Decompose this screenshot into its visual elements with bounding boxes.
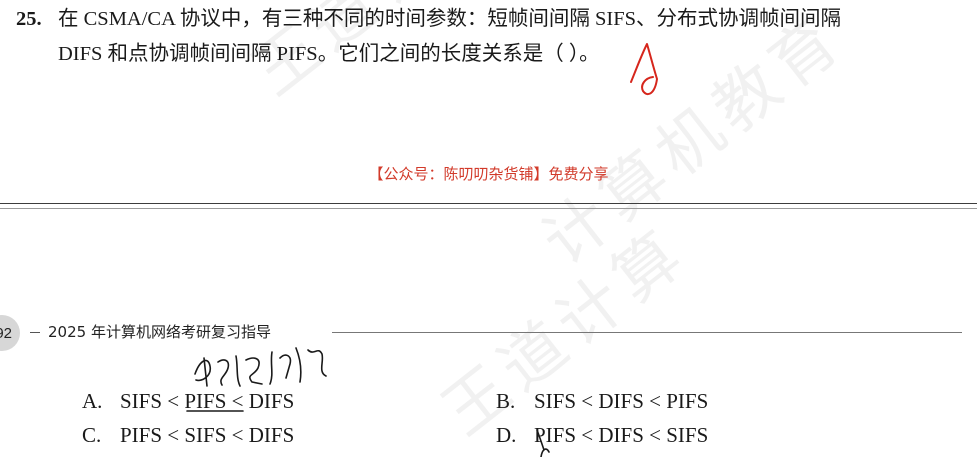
option-d: D. PIFS < DIFS < SIFS — [496, 423, 708, 448]
question-block: 25. 在 CSMA/CA 协议中，有三种不同的时间参数：短帧间间隔 SIFS、分… — [16, 2, 966, 72]
page-number: 92 — [0, 315, 20, 351]
option-a-letter: A. — [82, 389, 103, 413]
question-text-1: 在 CSMA/CA 协议中，有三种不同的时间参数：短帧间间隔 SIFS、分布式协… — [58, 8, 842, 30]
option-a-text: SIFS < PIFS < DIFS — [120, 389, 295, 413]
option-c-text: PIFS < SIFS < DIFS — [120, 423, 295, 447]
watermark: 王道计算 — [429, 214, 702, 451]
option-a: A. SIFS < PIFS < DIFS — [82, 389, 294, 414]
option-c-letter: C. — [82, 423, 102, 447]
page-separator — [0, 203, 977, 209]
question-number: 25. — [16, 8, 42, 30]
promo-text: 【公众号：陈叨叨杂货铺】免费分享 — [368, 165, 609, 183]
question-text-2: DIFS 和点协调帧间间隔 PIFS。它们之间的长度关系是（ ）。 — [58, 43, 600, 65]
option-b-letter: B. — [496, 389, 516, 413]
option-d-letter: D. — [496, 423, 517, 447]
option-d-text: PIFS < DIFS < SIFS — [534, 423, 709, 447]
handwritten-note — [194, 347, 327, 387]
option-c: C. PIFS < SIFS < DIFS — [82, 423, 294, 448]
question-line-1: 25. 在 CSMA/CA 协议中，有三种不同的时间参数：短帧间间隔 SIFS、分… — [16, 2, 966, 37]
option-b-text: SIFS < DIFS < PIFS — [534, 389, 709, 413]
header-dash — [30, 332, 40, 333]
option-b: B. SIFS < DIFS < PIFS — [496, 389, 708, 414]
page-header-title: 2025 年计算机网络考研复习指导 — [48, 323, 271, 341]
header-rule — [332, 332, 962, 333]
